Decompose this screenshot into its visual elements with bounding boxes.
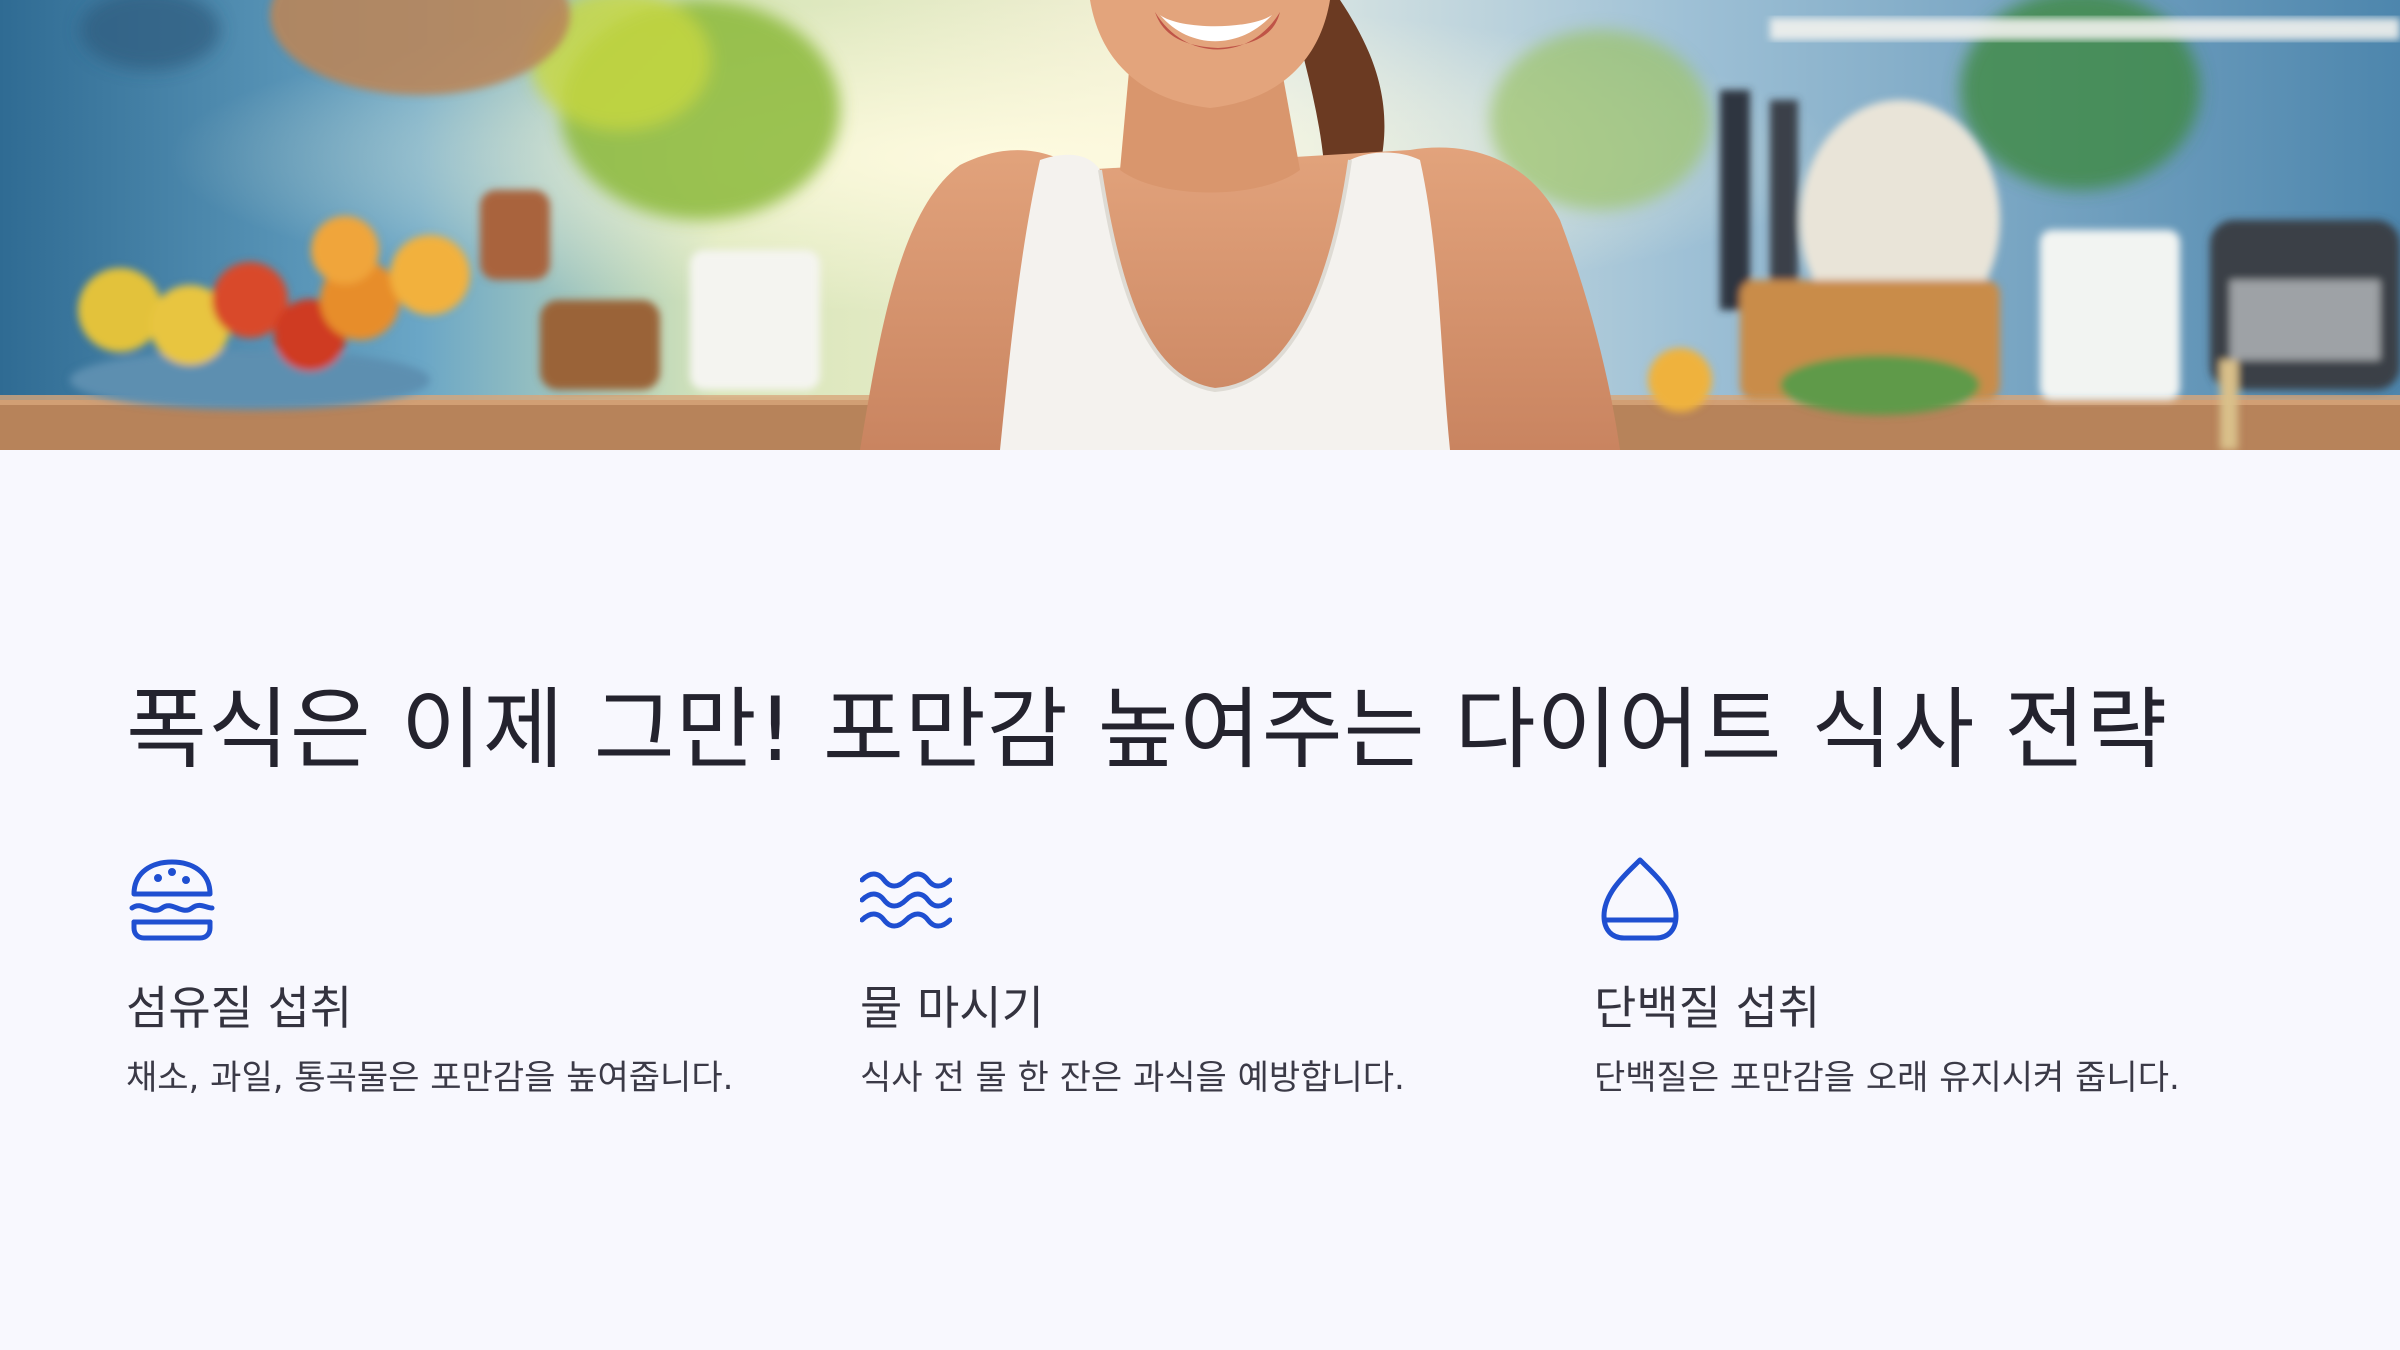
water-waves-icon (860, 854, 952, 946)
hero-image (0, 0, 2400, 450)
page-title: 폭식은 이제 그만! 포만감 높여주는 다이어트 식사 전략 (126, 678, 2169, 781)
drop-icon (1594, 854, 1686, 946)
feature-description: 식사 전 물 한 잔은 과식을 예방합니다. (860, 1058, 1405, 1098)
feature-water: 물 마시기 식사 전 물 한 잔은 과식을 예방합니다. (860, 854, 1520, 1098)
hero-photo-illustration (0, 0, 2400, 450)
feature-title: 물 마시기 (860, 981, 1044, 1035)
content-section: 폭식은 이제 그만! 포만감 높여주는 다이어트 식사 전략 섬유질 섭취 채소… (0, 450, 2400, 1350)
feature-description: 채소, 과일, 통곡물은 포만감을 높여줍니다. (126, 1058, 734, 1098)
feature-fiber: 섬유질 섭취 채소, 과일, 통곡물은 포만감을 높여줍니다. (126, 854, 786, 1098)
feature-title: 섬유질 섭취 (126, 981, 353, 1035)
feature-description: 단백질은 포만감을 오래 유지시켜 줍니다. (1594, 1058, 2180, 1098)
burger-icon (126, 854, 218, 946)
feature-title: 단백질 섭취 (1594, 981, 1821, 1035)
feature-protein: 단백질 섭취 단백질은 포만감을 오래 유지시켜 줍니다. (1594, 854, 2254, 1098)
